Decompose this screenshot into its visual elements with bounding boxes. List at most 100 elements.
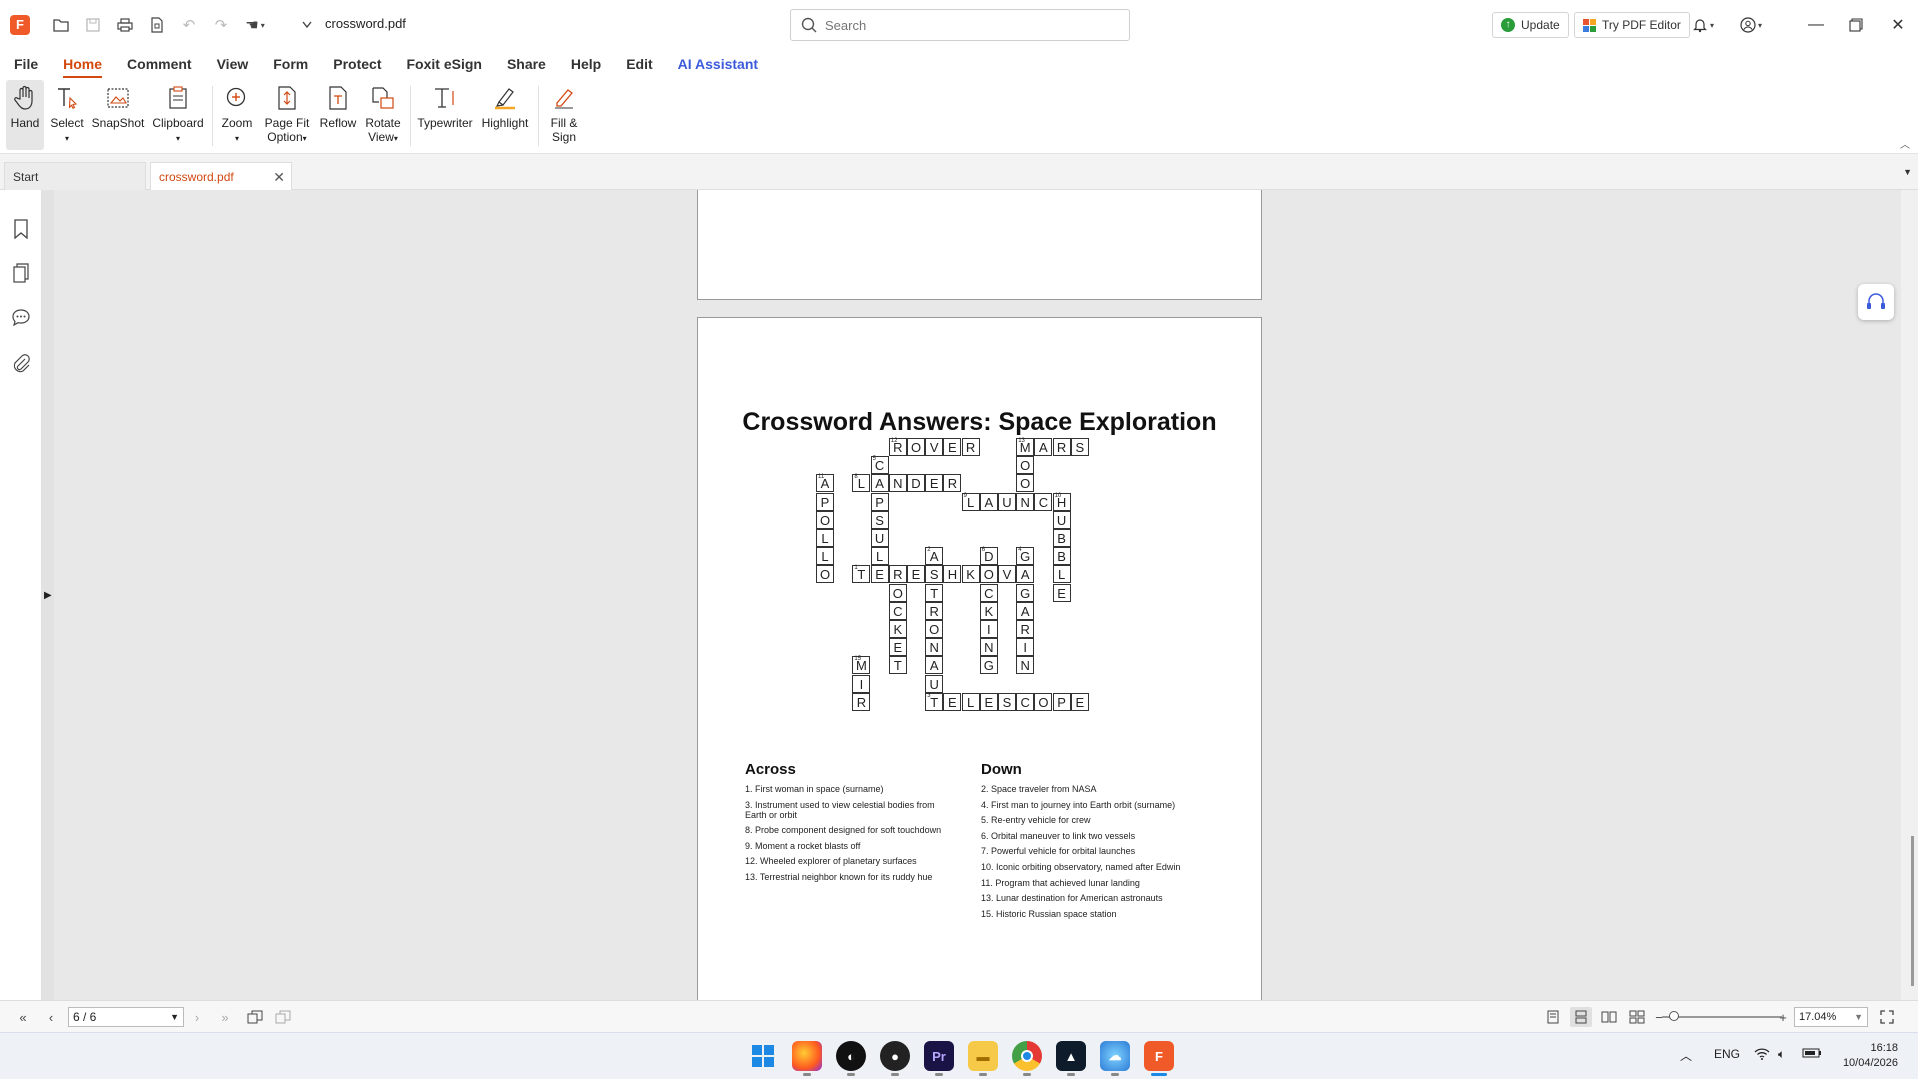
zoom-level-select[interactable]: 17.04% ▼	[1794, 1007, 1868, 1027]
tray-expand-icon[interactable]: ︿	[1680, 1047, 1692, 1064]
select-tool-button[interactable]: Select ▾	[50, 80, 84, 150]
chrome-icon[interactable]	[1012, 1041, 1042, 1076]
firefox-icon[interactable]	[792, 1041, 822, 1076]
menu-ai-assistant[interactable]: AI Assistant	[678, 52, 758, 76]
update-button[interactable]: ↑ Update	[1492, 12, 1569, 38]
minimize-icon[interactable]: —	[1798, 10, 1834, 40]
volume-icon[interactable]: 🔈︎	[1778, 1047, 1785, 1062]
clue-number: 13	[1018, 438, 1025, 444]
tab-list-dropdown-icon[interactable]: ▼	[1903, 167, 1912, 177]
clue-down: 13. Lunar destination for American astro…	[981, 893, 1163, 904]
foxit-taskbar-icon[interactable]: F	[1144, 1041, 1174, 1076]
redo-icon[interactable]: ↷	[208, 12, 234, 38]
crossword-cell: P	[870, 492, 889, 511]
print-icon[interactable]	[112, 12, 138, 38]
document-canvas[interactable]: Crossword Answers: Space Exploration R 12…	[54, 190, 1901, 1000]
menu-protect[interactable]: Protect	[333, 52, 381, 76]
menu-home[interactable]: Home	[63, 52, 102, 79]
open-file-icon[interactable]	[48, 12, 74, 38]
pages-thumbnail-icon[interactable]	[10, 262, 32, 284]
menu-comment[interactable]: Comment	[127, 52, 192, 76]
attachment-paperclip-icon[interactable]	[10, 352, 32, 374]
crossword-cell: N	[1016, 656, 1035, 675]
menu-foxit-esign[interactable]: Foxit eSign	[406, 52, 481, 76]
menu-edit[interactable]: Edit	[626, 52, 652, 76]
hand-dropdown-icon[interactable]: ☚ ▾	[242, 12, 268, 38]
obs-studio-icon[interactable]: ●	[880, 1041, 910, 1076]
windows-start-icon[interactable]	[748, 1041, 778, 1071]
collapse-ribbon-icon[interactable]: ︿	[1900, 136, 1910, 151]
battery-icon[interactable]	[1802, 1047, 1822, 1062]
input-language[interactable]: ENG	[1714, 1047, 1740, 1061]
crossword-cell: O	[1034, 692, 1053, 711]
crossword-cell: E	[1052, 583, 1071, 602]
dark-app-icon[interactable]: ◐	[836, 1041, 866, 1076]
tab-crossword-pdf[interactable]: crossword.pdf ✕	[150, 162, 292, 190]
crossword-cell: S	[925, 565, 944, 584]
crossword-cell: L	[961, 692, 980, 711]
terminal-app-icon[interactable]: ▲	[1056, 1041, 1086, 1076]
continuous-view-icon[interactable]	[1570, 1007, 1592, 1027]
system-clock[interactable]: 16:18 10/04/2026	[1834, 1041, 1898, 1071]
first-page-icon[interactable]: «	[12, 1007, 34, 1027]
highlight-tool-button[interactable]: Highlight	[478, 80, 532, 150]
single-page-view-icon[interactable]	[1542, 1007, 1564, 1027]
fullscreen-icon[interactable]	[1876, 1007, 1898, 1027]
search-input[interactable]	[825, 17, 1105, 33]
hand-tool-button[interactable]: Hand	[6, 80, 44, 150]
document-tab-bar: Start crossword.pdf ✕ ▼	[0, 154, 1918, 190]
clue-down: 4. First man to journey into Earth orbit…	[981, 799, 1176, 810]
reflow-tool-button[interactable]: Reflow	[318, 80, 358, 150]
tab-start[interactable]: Start	[4, 162, 146, 190]
rotate-view-button[interactable]: Rotate View▾	[362, 80, 404, 150]
weather-widget-icon[interactable]: ☁	[1100, 1041, 1130, 1076]
previous-page-icon[interactable]: ‹	[40, 1007, 62, 1027]
undo-icon[interactable]: ↶	[176, 12, 202, 38]
scroll-thumb[interactable]	[1911, 836, 1914, 986]
search-box[interactable]	[790, 9, 1130, 41]
menu-file[interactable]: File	[14, 52, 38, 76]
snapshot-tool-button[interactable]: SnapShot	[90, 80, 146, 150]
try-pdf-editor-button[interactable]: Try PDF Editor	[1574, 12, 1690, 38]
file-explorer-icon[interactable]: ▬	[968, 1041, 998, 1076]
zoom-slider-track[interactable]	[1662, 1016, 1782, 1018]
panel-expand-toggle[interactable]: ▶	[42, 190, 54, 1000]
close-tab-icon[interactable]: ✕	[273, 169, 285, 186]
facing-view-icon[interactable]	[1598, 1007, 1620, 1027]
highlight-label: Highlight	[481, 116, 529, 130]
menu-help[interactable]: Help	[571, 52, 601, 76]
menu-share[interactable]: Share	[507, 52, 546, 76]
next-view-icon[interactable]	[272, 1007, 294, 1027]
save-icon[interactable]	[80, 12, 106, 38]
typewriter-tool-button[interactable]: Typewriter	[416, 80, 474, 150]
document-dropdown-icon[interactable]	[294, 12, 320, 38]
snapshot-icon	[104, 84, 132, 112]
fill-and-sign-button[interactable]: Fill & Sign	[544, 80, 584, 150]
ai-assistant-float-button[interactable]	[1858, 284, 1894, 320]
restore-icon[interactable]	[1838, 10, 1874, 40]
account-icon[interactable]: ▾	[1738, 12, 1764, 38]
page-fit-option-button[interactable]: Page Fit Option▾	[262, 80, 312, 150]
menu-form[interactable]: Form	[273, 52, 308, 76]
menu-view[interactable]: View	[217, 52, 249, 76]
typewriter-icon	[431, 84, 459, 112]
page-number-select[interactable]: 6 / 6 ▼	[68, 1007, 184, 1027]
continuous-facing-view-icon[interactable]	[1626, 1007, 1648, 1027]
zoom-in-small-icon[interactable]: +	[1772, 1007, 1794, 1027]
wifi-icon[interactable]	[1754, 1047, 1770, 1064]
last-page-icon[interactable]: »	[214, 1007, 236, 1027]
bookmark-icon[interactable]	[10, 218, 32, 240]
clipboard-tool-button[interactable]: Clipboard ▾	[150, 80, 206, 150]
crossword-cell: H 10	[1052, 492, 1071, 511]
status-bar: « ‹ 6 / 6 ▼ › » − + 17.04% ▼	[0, 1000, 1918, 1032]
vertical-scrollbar[interactable]	[1901, 190, 1918, 1000]
notification-bell-icon[interactable]: ▾	[1690, 12, 1716, 38]
properties-icon[interactable]	[144, 12, 170, 38]
comments-icon[interactable]	[10, 306, 32, 328]
next-page-icon[interactable]: ›	[186, 1007, 208, 1027]
premiere-pro-icon[interactable]: Pr	[924, 1041, 954, 1076]
zoom-tool-button[interactable]: Zoom ▾	[218, 80, 256, 150]
previous-view-icon[interactable]	[244, 1007, 266, 1027]
zoom-slider-knob[interactable]	[1669, 1011, 1679, 1021]
close-window-icon[interactable]: ✕	[1880, 10, 1916, 40]
